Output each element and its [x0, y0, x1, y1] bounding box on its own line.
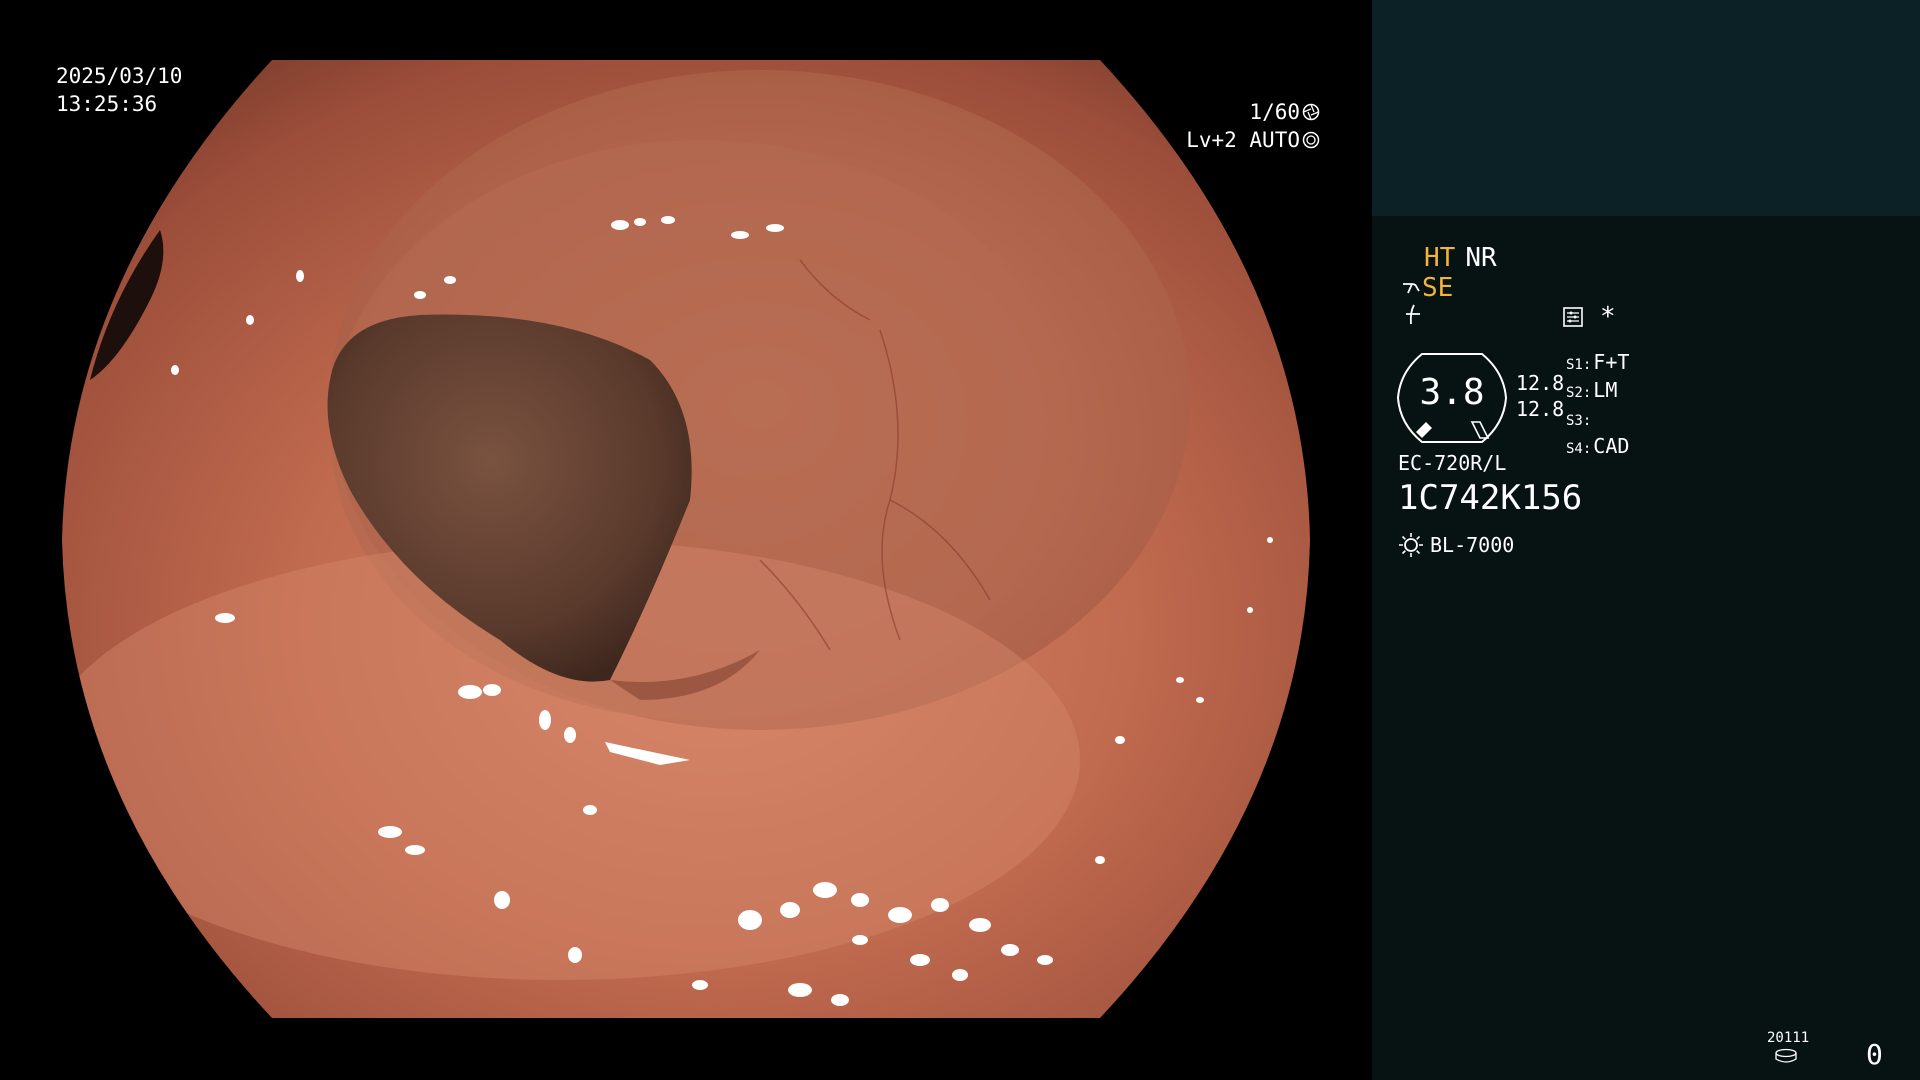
exposure-readout: 1/60 Lv+2 AUTO — [1186, 98, 1320, 154]
level-label: Lv+2 AUTO — [1186, 128, 1300, 152]
light-source-row: BL-7000 — [1398, 530, 1514, 560]
sun-icon — [1399, 533, 1423, 557]
info-panel-header-area — [1372, 0, 1920, 216]
switch-item: S3: — [1566, 413, 1592, 429]
switch-item: S4: CAD — [1566, 434, 1630, 458]
storage-counter: 20111 — [1767, 1030, 1810, 1046]
enhancement-modes: HT NR — [1424, 243, 1507, 273]
switch-item: S1: F+T — [1566, 350, 1630, 374]
auto-iris-icon — [1302, 131, 1320, 149]
endoscopic-image — [62, 60, 1310, 1018]
date-label: 2025/03/10 — [56, 64, 183, 88]
record-icon — [1563, 307, 1583, 327]
gauge-sub-1: 12.8 — [1516, 371, 1565, 395]
gauge-sub-2: 12.8 — [1516, 397, 1565, 421]
scope-serial: 1C742K156 — [1398, 478, 1583, 518]
nr-indicator: NR — [1465, 243, 1497, 273]
date-time-readout: 2025/03/10 13:25:36 — [56, 62, 182, 118]
freeze-icon — [1406, 304, 1420, 325]
switch-item: S2: LM — [1566, 378, 1618, 402]
info-panel: HT NR SE * 3.8 12.8 12.8 S1: F+T S2: LM S3:… — [1372, 0, 1920, 1080]
shutter-label: 1/60 — [1249, 100, 1300, 124]
switch-assignments: S1: F+T S2: LM S3: S4: CAD — [1566, 350, 1629, 462]
time-label: 13:25:36 — [56, 92, 158, 116]
gauge-sub-values: 12.8 12.8 — [1516, 370, 1564, 422]
image-count: 0 — [1866, 1038, 1883, 1071]
asterisk-indicator: * — [1600, 302, 1616, 332]
shutter-icon — [1302, 103, 1320, 121]
hook-icon — [1403, 283, 1420, 294]
disk-icon — [1775, 1048, 1797, 1063]
endoscope-view: 2025/03/10 13:25:36 1/60 Lv+2 AUTO — [0, 0, 1372, 1080]
structure-enhancement: SE — [1400, 273, 1453, 303]
freeze-row — [1402, 302, 1424, 333]
gauge-value: 3.8 — [1419, 372, 1485, 413]
light-source-label: BL-7000 — [1430, 533, 1515, 557]
scope-model: EC-720R/L — [1398, 451, 1507, 475]
ht-indicator: HT — [1424, 243, 1456, 273]
se-indicator: SE — [1422, 273, 1454, 303]
